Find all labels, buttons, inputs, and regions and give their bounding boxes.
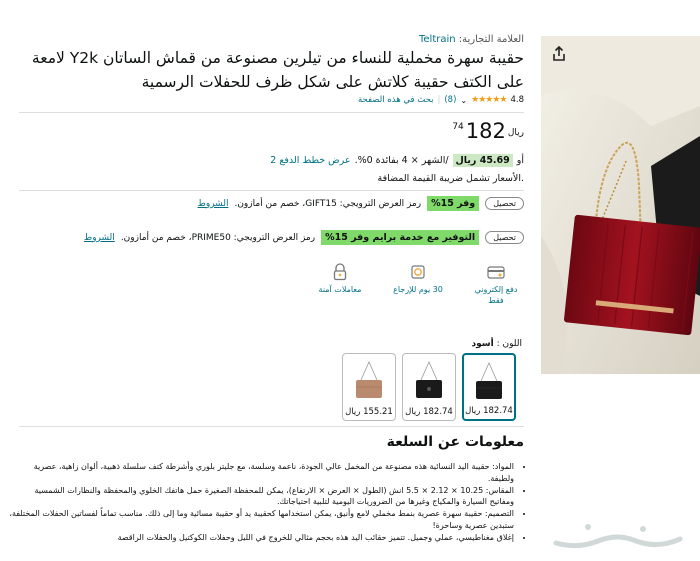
lock-icon <box>312 262 368 282</box>
rating-row: 4.8 ★★★★★ ⌄ (8) | بحث في هذه الصفحة <box>358 95 524 105</box>
coupon-row: تحصيل وفر 15% رمز العرض الترويجي: GIFT15… <box>198 196 524 211</box>
bag-thumbnail-icon <box>476 362 502 399</box>
product-image[interactable] <box>541 36 700 374</box>
swatch-price: 182.74 ريال <box>465 406 513 416</box>
bag-thumbnail-icon <box>356 361 382 398</box>
vat-note: .الأسعار تشمل ضريبة القيمة المضافة <box>377 173 525 184</box>
divider <box>19 190 524 191</box>
selected-color: أسود <box>471 339 494 349</box>
coupon-text: رمز العرض الترويجي: PRIME50، خصم من أماز… <box>120 232 316 243</box>
about-bullets: المواد: حقيبة اليد النسائية هذه مصنوعة م… <box>9 461 514 544</box>
feature-card-payment[interactable]: دفع إلكتروني فقط <box>468 262 524 306</box>
return-icon <box>390 262 446 282</box>
star-rating-icon[interactable]: ★★★★★ <box>471 95 507 105</box>
list-item: إغلاق مغناطيسي، عملي وجميل. تتميز حقائب … <box>9 532 514 544</box>
brand-label: العلامة التجارية: <box>458 34 524 45</box>
feature-card-returns[interactable]: 30 يوم للإرجاع <box>390 262 446 306</box>
list-item: المقاس: 10.25 × 2.12 × 5.5 انش (الطول × … <box>9 485 514 508</box>
swatch-price: 155.21 ريال <box>345 407 393 417</box>
color-swatch[interactable]: 155.21 ريال <box>342 353 396 421</box>
card-icon <box>468 262 524 282</box>
list-item: المواد: حقيبة اليد النسائية هذه مصنوعة م… <box>9 461 514 484</box>
share-icon[interactable] <box>549 44 569 64</box>
product-title: حقيبة سهرة مخملية للنساء من تيلرين مصنوع… <box>31 49 524 91</box>
chevron-down-icon[interactable]: ⌄ <box>460 96 467 105</box>
price-whole: 182 <box>465 119 506 143</box>
coupon-badge: وفر 15% <box>427 196 480 211</box>
collect-coupon-button[interactable]: تحصيل <box>485 197 524 210</box>
feature-label: معاملات آمنة <box>318 285 362 294</box>
bag-thumbnail-icon <box>416 361 442 398</box>
brand-line: العلامة التجارية: Teltrain <box>419 34 524 45</box>
coupon-terms-link[interactable]: الشروط <box>84 233 115 243</box>
collect-coupon-button[interactable]: تحصيل <box>485 231 524 244</box>
search-page-link[interactable]: بحث في هذه الصفحة <box>358 95 434 105</box>
color-swatch[interactable]: 182.74 ريال <box>402 353 456 421</box>
color-swatches: 182.74 ريال 182.74 ريال 155.21 ريال <box>342 353 516 421</box>
brand-link[interactable]: Teltrain <box>419 34 456 45</box>
color-label: اللون : أسود <box>472 339 522 349</box>
review-count-link[interactable]: (8) <box>444 95 456 105</box>
price-currency: ريال <box>507 128 524 138</box>
divider <box>19 112 524 113</box>
rating-value: 4.8 <box>510 95 524 105</box>
prime-coupon-badge: التوفير مع خدمة برايم وفر 15% <box>321 230 480 245</box>
installment-row: أو 45.69 ريال /الشهر × 4 بفائدة 0%. عرض … <box>270 154 524 167</box>
color-swatch[interactable]: 182.74 ريال <box>462 353 516 421</box>
list-item: التصميم: حقيبة سهرة عصرية بنمط مخملي لام… <box>9 508 514 531</box>
divider <box>19 426 524 427</box>
divider: | <box>437 95 441 105</box>
installment-detail: /الشهر × 4 بفائدة 0%. <box>354 155 449 166</box>
swatch-price: 182.74 ريال <box>405 407 453 417</box>
price-fraction: 74 <box>452 122 464 132</box>
about-heading: معلومات عن السلعة <box>386 434 524 450</box>
payment-plans-link[interactable]: عرض خطط الدفع 2 <box>270 155 350 166</box>
coupon-text: رمز العرض الترويجي: GIFT15، خصم من أمازو… <box>234 198 422 209</box>
price-block: ريال 182 74 <box>452 119 524 143</box>
features-row: دفع إلكتروني فقط 30 يوم للإرجاع معاملات … <box>312 262 524 306</box>
product-info-panel: العلامة التجارية: Teltrain حقيبة سهرة مخ… <box>0 0 536 561</box>
feature-label: 30 يوم للإرجاع <box>393 285 443 294</box>
coupon-row: تحصيل التوفير مع خدمة برايم وفر 15% رمز … <box>84 230 524 245</box>
installment-amount: 45.69 ريال <box>452 154 513 167</box>
feature-label: دفع إلكتروني فقط <box>474 285 518 305</box>
coupon-terms-link[interactable]: الشروط <box>198 199 229 209</box>
feature-card-secure[interactable]: معاملات آمنة <box>312 262 368 306</box>
color-label-text: اللون : <box>496 339 522 349</box>
watermark-logo-icon <box>548 515 688 555</box>
installment-prefix: أو <box>516 155 524 166</box>
